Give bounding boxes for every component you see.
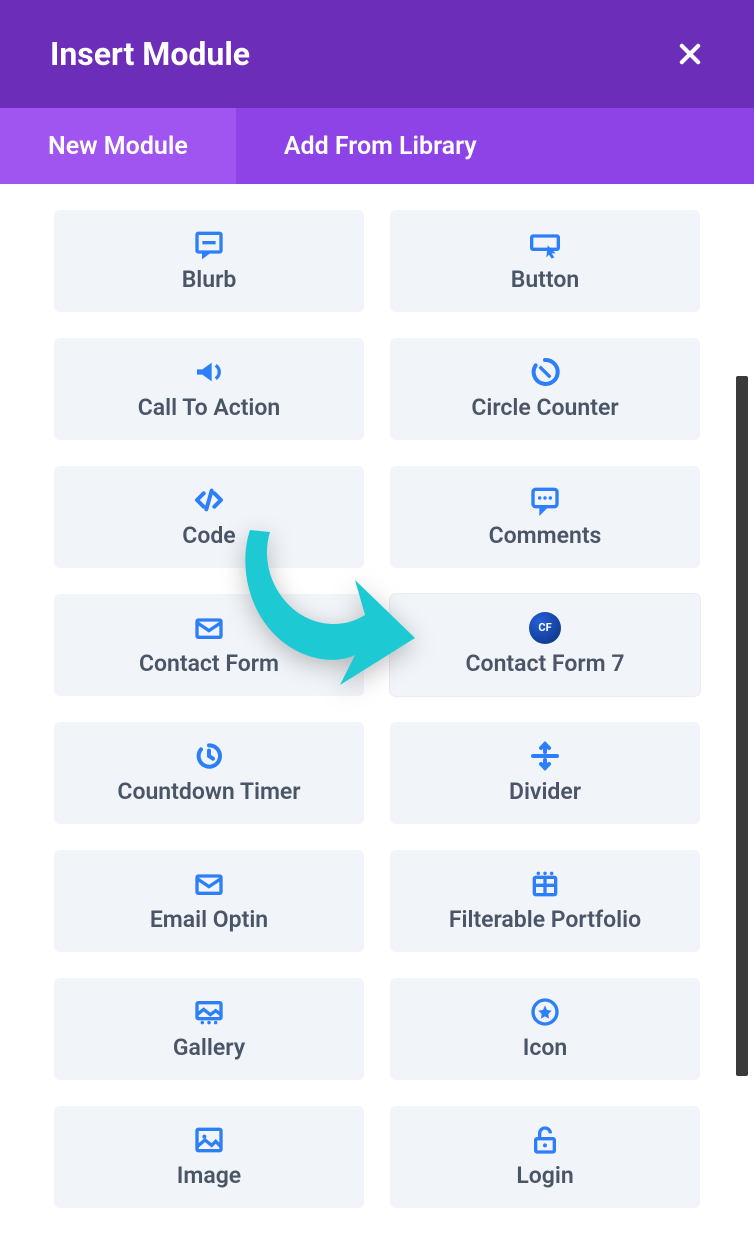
module-label: Comments xyxy=(489,522,602,549)
module-label: Gallery xyxy=(173,1034,245,1061)
button-icon xyxy=(529,230,561,258)
module-gallery[interactable]: Gallery xyxy=(54,978,364,1080)
module-label: Login xyxy=(516,1162,573,1189)
grid-icon xyxy=(529,870,561,898)
tab-new-module[interactable]: New Module xyxy=(0,108,236,184)
lock-open-icon xyxy=(529,1126,561,1154)
module-image[interactable]: Image xyxy=(54,1106,364,1208)
module-login[interactable]: Login xyxy=(390,1106,700,1208)
module-countdown-timer[interactable]: Countdown Timer xyxy=(54,722,364,824)
modal-title: Insert Module xyxy=(50,35,250,73)
module-email-optin[interactable]: Email Optin xyxy=(54,850,364,952)
megaphone-icon xyxy=(193,358,225,386)
module-comments[interactable]: Comments xyxy=(390,466,700,568)
divider-icon xyxy=(529,742,561,770)
scrollbar-thumb[interactable] xyxy=(736,376,748,1076)
module-contact-form-7[interactable]: CF Contact Form 7 xyxy=(390,594,700,696)
module-icon[interactable]: Icon xyxy=(390,978,700,1080)
module-grid: Blurb Button Call To Action xyxy=(0,184,754,1228)
module-label: Filterable Portfolio xyxy=(449,906,641,933)
module-call-to-action[interactable]: Call To Action xyxy=(54,338,364,440)
module-label: Circle Counter xyxy=(471,394,618,421)
gallery-icon xyxy=(193,998,225,1026)
tabs: New Module Add From Library xyxy=(0,108,754,184)
module-label: Button xyxy=(511,266,579,293)
module-label: Blurb xyxy=(182,266,237,293)
scrollbar[interactable] xyxy=(736,376,748,1076)
close-button[interactable] xyxy=(676,40,704,68)
comments-icon xyxy=(529,486,561,514)
module-divider[interactable]: Divider xyxy=(390,722,700,824)
module-label: Countdown Timer xyxy=(117,778,300,805)
tab-label: New Module xyxy=(48,132,188,161)
close-icon xyxy=(676,40,704,68)
tab-label: Add From Library xyxy=(284,132,477,161)
code-icon xyxy=(193,486,225,514)
modal-header: Insert Module xyxy=(0,0,754,108)
star-circle-icon xyxy=(529,998,561,1026)
mail-icon xyxy=(193,614,225,642)
blurb-icon xyxy=(193,230,225,258)
mail-icon xyxy=(193,870,225,898)
module-label: Call To Action xyxy=(138,394,281,421)
module-contact-form[interactable]: Contact Form xyxy=(54,594,364,696)
image-icon xyxy=(193,1126,225,1154)
module-label: Contact Form 7 xyxy=(466,650,625,677)
module-code[interactable]: Code xyxy=(54,466,364,568)
module-label: Image xyxy=(177,1162,241,1189)
module-filterable-portfolio[interactable]: Filterable Portfolio xyxy=(390,850,700,952)
module-label: Email Optin xyxy=(150,906,268,933)
clock-icon xyxy=(193,742,225,770)
module-circle-counter[interactable]: Circle Counter xyxy=(390,338,700,440)
module-label: Icon xyxy=(523,1034,567,1061)
module-label: Divider xyxy=(509,778,581,805)
module-label: Code xyxy=(182,522,235,549)
cf7-icon: CF xyxy=(529,614,561,642)
circle-counter-icon xyxy=(529,358,561,386)
module-label: Contact Form xyxy=(139,650,279,677)
tab-add-from-library[interactable]: Add From Library xyxy=(236,108,525,184)
module-button[interactable]: Button xyxy=(390,210,700,312)
module-blurb[interactable]: Blurb xyxy=(54,210,364,312)
